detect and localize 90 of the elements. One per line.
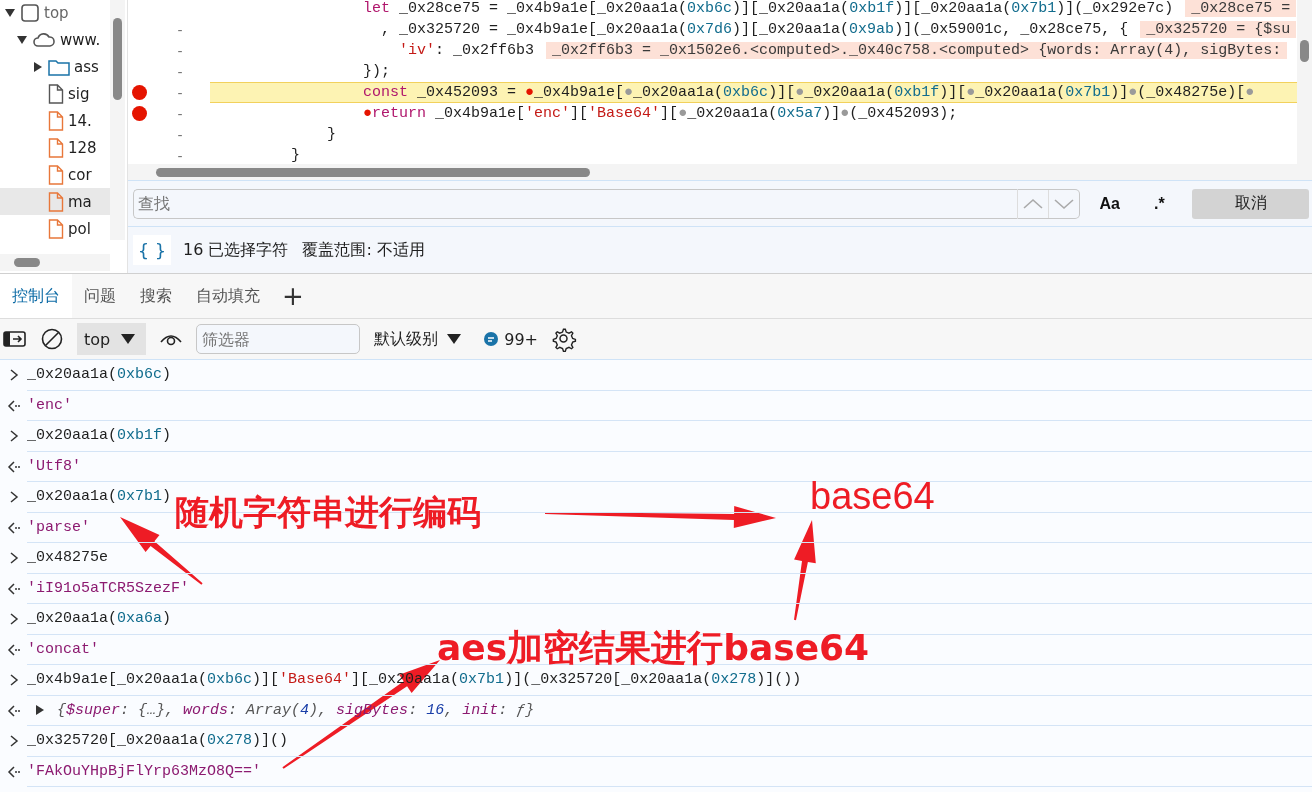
line-number: -	[177, 42, 183, 59]
output-arrow-icon	[6, 398, 21, 413]
drawer-tab[interactable]: 控制台	[0, 274, 72, 318]
file-icon	[48, 137, 64, 158]
output-arrow-icon	[6, 520, 21, 535]
drawer-tab[interactable]: 搜索	[128, 274, 184, 318]
annotation-text: 随机字符串进行编码	[175, 494, 481, 532]
file-icon	[48, 164, 64, 185]
code-line: 'iv': _0x2ff6b3	[399, 42, 535, 59]
tree-item[interactable]: sig	[0, 80, 110, 107]
line-number: -	[177, 105, 183, 122]
console-command: _0x325720[_0x20aa1a(0x278)]()	[27, 732, 289, 750]
line-number: -	[177, 21, 183, 38]
code-line: const _0x452093 = ●_0x4b9a1e[●_0x20aa1a(0xb6c)][●_0x20aa1a(0xb1f)][●_0x20aa1a(0x7b1)]●(_0x48275e)[●	[363, 84, 1255, 101]
expand-triangle-icon[interactable]	[35, 704, 45, 717]
inline-value: _0x2ff6b3 = _0x1502e6.<computed>._0x40c758.<computed> {words: Array(4), sigBytes:	[546, 42, 1288, 59]
regex-button[interactable]: .*	[1139, 194, 1180, 213]
console-command: _0x20aa1a(0xb1f)	[27, 427, 172, 445]
console-result: 'enc'	[27, 396, 72, 414]
output-arrow-icon	[6, 459, 21, 474]
console-result: 'parse'	[27, 518, 90, 536]
tree-item[interactable]: pol	[0, 215, 110, 242]
console-command: _0x20aa1a(0xa6a)	[27, 610, 172, 628]
tree-item[interactable]: top	[0, 0, 110, 26]
clear-icon[interactable]	[40, 327, 64, 351]
inline-value: _0x325720 = {$su	[1140, 21, 1297, 38]
code-line: let _0x28ce75 = _0x4b9a1e[_0x20aa1a(0xb6c)][_0x20aa1a(0xb1f)][_0x20aa1a(0x7b1)](_0x292e7c)	[363, 0, 1174, 17]
annotation-text: aes加密结果进行base64	[437, 628, 870, 668]
caret-down-icon	[16, 34, 28, 45]
cancel-button[interactable]: 取消	[1192, 188, 1309, 219]
line-number: -	[177, 84, 183, 101]
output-arrow-icon	[6, 642, 21, 657]
line-number: -	[177, 147, 183, 164]
output-arrow-icon	[6, 581, 21, 596]
scrollbar[interactable]	[0, 254, 110, 271]
settings-icon[interactable]	[551, 326, 577, 352]
tree-item[interactable]: www.	[0, 26, 110, 53]
tree-item[interactable]: ass	[0, 53, 110, 80]
console-command: _0x20aa1a(0xb6c)	[27, 366, 172, 384]
window-icon	[20, 2, 40, 23]
coverage-status: 覆盖范围: 不适用	[302, 239, 425, 261]
annotation-text: base64	[810, 476, 935, 518]
code-line: });	[363, 63, 390, 80]
console-result: 'concat'	[27, 640, 99, 658]
tree-item[interactable]: 14.	[0, 107, 110, 134]
code-line: ●return _0x4b9a1e['enc']['Base64'][●_0x20aa1a(0x5a7)]●(_0x452093);	[363, 105, 958, 122]
inline-value: _0x28ce75 =	[1185, 0, 1297, 17]
line-number: -	[177, 63, 183, 80]
pretty-print-button[interactable]: { }	[133, 235, 171, 265]
tree-item[interactable]: cor	[0, 161, 110, 188]
scrollbar[interactable]	[1297, 0, 1312, 164]
add-tab-button[interactable]: +	[272, 274, 314, 318]
filter-field[interactable]: 筛选器	[196, 324, 361, 354]
caret-down-icon	[4, 7, 16, 18]
code-line: }	[291, 147, 300, 164]
level-dropdown[interactable]: 默认级别	[374, 328, 463, 350]
caret-down-icon	[446, 333, 463, 345]
scrollbar[interactable]	[110, 0, 125, 240]
console-command: _0x20aa1a(0x7b1)	[27, 488, 172, 506]
breakpoint-marker[interactable]	[131, 85, 147, 100]
file-icon	[48, 191, 64, 212]
console-command: _0x48275e	[27, 549, 108, 567]
file-icon	[48, 83, 64, 104]
line-number: -	[177, 126, 183, 143]
breakpoint-marker[interactable]	[131, 106, 147, 121]
console-result: 'iI91o5aTCR5SzezF'	[27, 579, 190, 597]
console-result: 'Utf8'	[27, 457, 81, 475]
console-result: 'FAkOuYHpBjFlYrp63MzO8Q=='	[27, 762, 262, 780]
match-case-button[interactable]: Aa	[1089, 194, 1130, 213]
output-arrow-icon	[6, 764, 21, 779]
caret-right-icon	[33, 60, 43, 73]
context-dropdown[interactable]: top	[77, 323, 147, 355]
code-line: }	[327, 126, 336, 143]
cloud-icon	[32, 30, 56, 49]
drawer-tab[interactable]: 自动填充	[184, 274, 272, 318]
code-line: , _0x325720 = _0x4b9a1e[_0x20aa1a(0x7d6)][_0x20aa1a(0x9ab)](_0x59001c, _0x28ce75, {	[381, 21, 1129, 38]
tree-item[interactable]: 128	[0, 134, 110, 161]
selection-status: 16 已选择字符	[183, 239, 289, 261]
messages-button[interactable]: 99+	[483, 329, 538, 349]
scrollbar[interactable]	[128, 164, 1312, 180]
output-arrow-icon	[6, 703, 21, 718]
search-field[interactable]: 查找	[133, 188, 1017, 219]
file-icon	[48, 110, 64, 131]
tree-item[interactable]: ma	[0, 188, 110, 215]
caret-down-icon	[120, 333, 137, 345]
message-icon	[483, 331, 500, 347]
file-icon	[48, 218, 64, 239]
drawer-tab[interactable]: 问题	[72, 274, 128, 318]
sidebar-toggle-icon[interactable]	[3, 329, 27, 349]
folder-icon	[48, 57, 70, 76]
